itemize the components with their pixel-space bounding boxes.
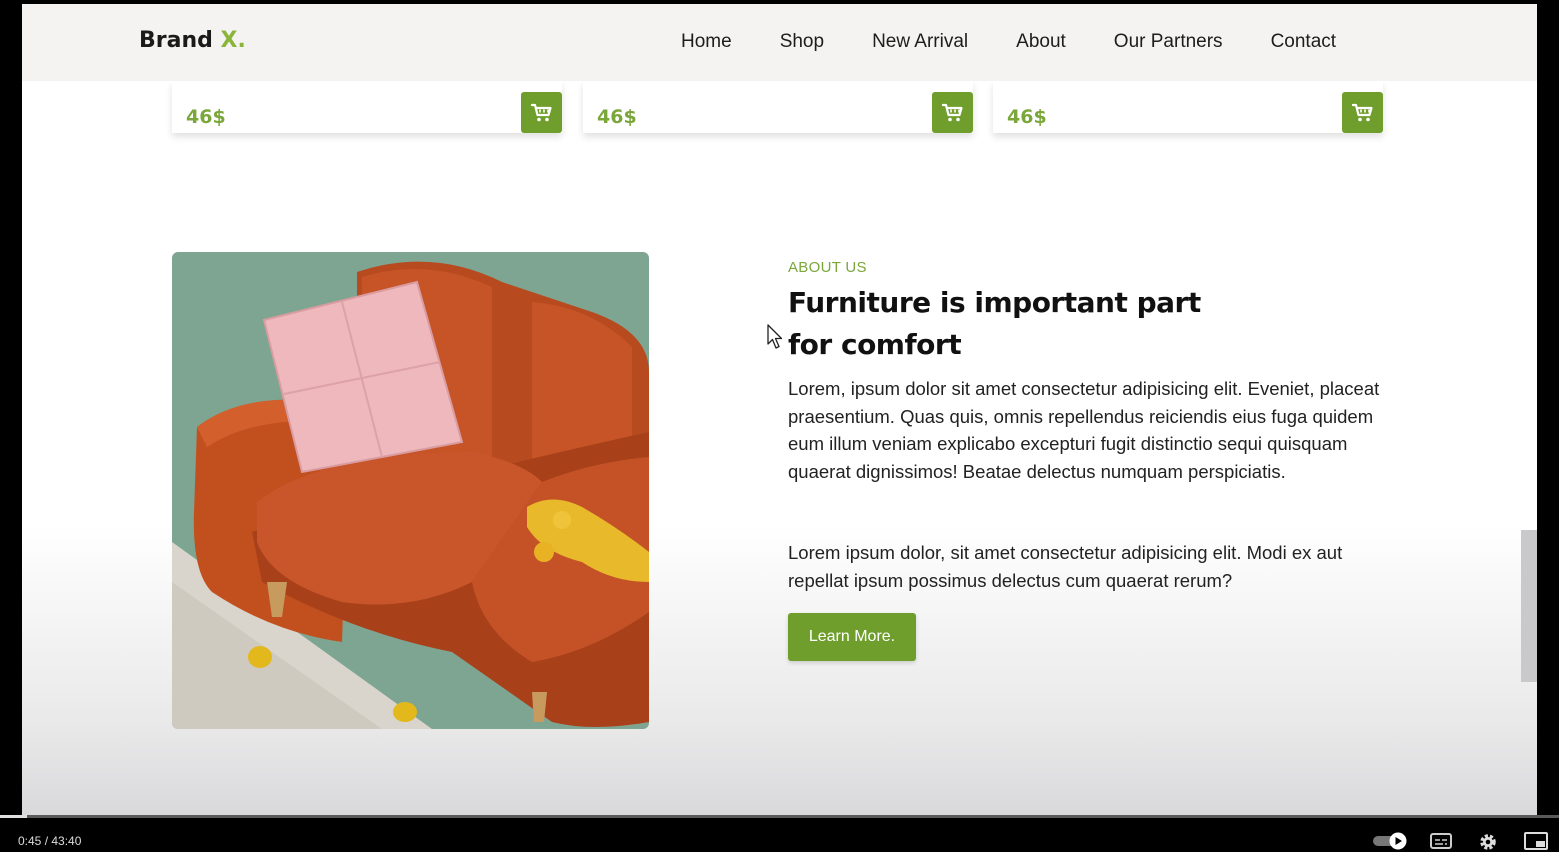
sofa-illustration: [172, 252, 649, 729]
about-image-sofa: [172, 252, 649, 729]
cart-icon: [1351, 103, 1373, 121]
settings-icon[interactable]: [1478, 832, 1498, 852]
scrollbar-thumb[interactable]: [1521, 530, 1537, 682]
about-title: Furniture is important part for comfort: [788, 286, 1201, 361]
product-price: 46$: [186, 106, 226, 128]
navbar: Brand X. Home Shop New Arrival About Our…: [22, 4, 1537, 81]
add-to-cart-button[interactable]: [521, 92, 562, 133]
miniplayer-icon[interactable]: [1524, 832, 1548, 850]
nav-link-new-arrival[interactable]: New Arrival: [872, 31, 968, 53]
brand-name: Brand: [139, 28, 213, 53]
product-price: 46$: [597, 106, 637, 128]
progress-fill: [0, 815, 27, 818]
about-section-label: ABOUT US: [788, 259, 867, 276]
nav-link-contact[interactable]: Contact: [1271, 31, 1336, 53]
progress-bar[interactable]: [0, 815, 1559, 818]
nav-link-home[interactable]: Home: [681, 31, 732, 53]
nav-link-about[interactable]: About: [1016, 31, 1066, 53]
add-to-cart-button[interactable]: [932, 92, 973, 133]
cart-icon: [941, 103, 963, 121]
product-card: 46$: [172, 81, 562, 133]
nav-link-our-partners[interactable]: Our Partners: [1114, 31, 1223, 53]
product-card: 46$: [583, 81, 973, 133]
autoplay-toggle-icon[interactable]: [1372, 832, 1408, 850]
nav-link-shop[interactable]: Shop: [780, 31, 824, 53]
about-paragraph-2: Lorem ipsum dolor, sit amet consectetur …: [788, 542, 1343, 591]
product-card: 46$: [993, 81, 1383, 133]
cursor-icon: [767, 324, 783, 349]
brand-logo[interactable]: Brand X.: [139, 28, 246, 53]
about-paragraph-1: Lorem, ipsum dolor sit amet consectetur …: [788, 378, 1380, 482]
add-to-cart-button[interactable]: [1342, 92, 1383, 133]
learn-more-button[interactable]: Learn More.: [788, 613, 916, 661]
brand-accent: X.: [220, 28, 246, 53]
nav-links: Home Shop New Arrival About Our Partners…: [681, 31, 1336, 53]
video-player-controls: 0:45 / 43:40: [0, 815, 1559, 850]
captions-icon[interactable]: [1430, 832, 1452, 850]
browser-viewport: Brand X. Home Shop New Arrival About Our…: [22, 4, 1537, 815]
cart-icon: [530, 103, 552, 121]
timecode: 0:45 / 43:40: [18, 834, 82, 848]
product-price: 46$: [1007, 106, 1047, 128]
